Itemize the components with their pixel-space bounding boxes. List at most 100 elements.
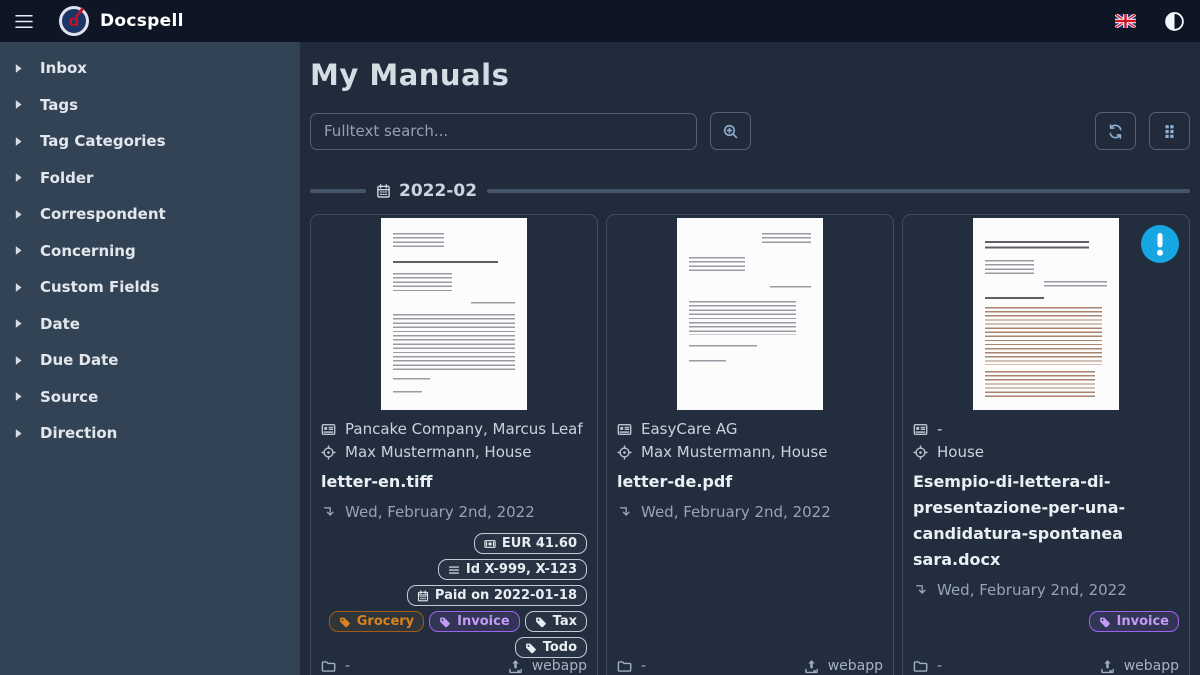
item-card[interactable]: - House Esempio-di-lettera-di-presentazi… [902,214,1190,675]
chevron-right-icon [14,355,23,366]
source-value: webapp [532,658,587,674]
sidebar-nav: Inbox Tags Tag Categories Folder Corresponde… [0,42,300,675]
document-thumbnail[interactable] [607,215,893,412]
correspondent-value: Pancake Company, Marcus Leaf [345,418,583,441]
chevron-right-icon [14,63,23,74]
sidebar-item-tag-categories[interactable]: Tag Categories [0,124,300,158]
sidebar-item-concerning[interactable]: Concerning [0,234,300,268]
view-toggle-button[interactable] [1149,112,1190,150]
sidebar-item-label: Date [40,315,80,333]
concerning-row: House [913,441,1179,464]
crosshair-icon [913,445,928,460]
folder-value: - [937,658,942,674]
chevron-right-icon [14,136,23,147]
upload-icon [804,659,819,674]
sidebar-item-due-date[interactable]: Due Date [0,343,300,377]
address-card-icon [913,422,928,437]
folder-icon [617,659,632,674]
badge-list: Invoice [913,611,1179,632]
crosshair-icon [321,445,336,460]
sidebar-item-label: Source [40,388,98,406]
menu-icon[interactable] [15,14,33,29]
chevron-right-icon [14,99,23,110]
theme-toggle-icon[interactable] [1164,11,1185,32]
chevron-right-icon [14,172,23,183]
concerning-value: Max Mustermann, House [641,441,827,464]
search-input[interactable] [310,113,697,150]
item-card[interactable]: Pancake Company, Marcus Leaf Max Musterm… [310,214,598,675]
tag-icon [1099,616,1111,628]
sidebar-item-label: Inbox [40,59,87,77]
main-content: My Manuals 2022-02 [300,42,1200,675]
source-value: webapp [828,658,883,674]
month-group-label: 2022-02 [399,181,477,201]
badge-invoice[interactable]: Invoice [429,611,519,632]
item-date-row: Wed, February 2nd, 2022 [321,501,587,524]
badge-paid-on-2022-01-18[interactable]: Paid on 2022-01-18 [407,585,587,606]
search-bar [310,112,1190,150]
document-thumbnail[interactable] [903,215,1189,412]
chevron-right-icon [14,428,23,439]
badge-grocery[interactable]: Grocery [329,611,424,632]
chevron-right-icon [14,245,23,256]
language-flag-icon[interactable] [1115,14,1136,28]
money-bill-icon [484,538,496,550]
brand[interactable]: d Docspell [59,6,184,36]
badge-id-x-999-x-123[interactable]: Id X-999, X-123 [438,559,587,580]
correspondent-value: EasyCare AG [641,418,737,441]
app-title: Docspell [100,11,184,31]
search-button[interactable] [710,112,751,150]
sidebar-item-label: Tags [40,96,78,114]
correspondent-row: Pancake Company, Marcus Leaf [321,418,587,441]
item-date-row: Wed, February 2nd, 2022 [913,579,1179,602]
chevron-right-icon [14,318,23,329]
upload-icon [508,659,523,674]
address-card-icon [321,422,336,437]
document-thumbnail[interactable] [311,215,597,412]
top-bar: d Docspell [0,0,1200,42]
item-card[interactable]: EasyCare AG Max Mustermann, House letter… [606,214,894,675]
sidebar-item-inbox[interactable]: Inbox [0,51,300,85]
sidebar-item-custom-fields[interactable]: Custom Fields [0,270,300,304]
folder-icon [321,659,336,674]
correspondent-row: - [913,418,1179,441]
chevron-right-icon [14,391,23,402]
sidebar-item-tags[interactable]: Tags [0,88,300,122]
sidebar-item-label: Tag Categories [40,132,166,150]
badge-todo[interactable]: Todo [515,637,587,658]
sidebar-item-source[interactable]: Source [0,380,300,414]
correspondent-row: EasyCare AG [617,418,883,441]
sidebar-item-date[interactable]: Date [0,307,300,341]
tag-icon [339,616,351,628]
chevron-right-icon [14,209,23,220]
badge-tax[interactable]: Tax [525,611,587,632]
tag-icon [535,616,547,628]
folder-value: - [641,658,646,674]
divider-line [310,189,366,193]
folder-value: - [345,658,350,674]
concerning-value: Max Mustermann, House [345,441,531,464]
item-date: Wed, February 2nd, 2022 [345,501,535,524]
concerning-row: Max Mustermann, House [321,441,587,464]
calendar-icon [417,590,429,602]
sidebar-item-correspondent[interactable]: Correspondent [0,197,300,231]
item-name: Esempio-di-lettera-di-presentazione-per-… [913,469,1179,573]
crosshair-icon [617,445,632,460]
sidebar-item-label: Custom Fields [40,278,159,296]
tag-icon [525,642,537,654]
page-title: My Manuals [310,58,1190,92]
folder-icon [913,659,928,674]
item-date: Wed, February 2nd, 2022 [937,579,1127,602]
arrow-turn-down-icon [913,583,928,598]
sidebar-item-label: Folder [40,169,93,187]
badge-eur-41-60[interactable]: EUR 41.60 [474,533,587,554]
source-value: webapp [1124,658,1179,674]
sidebar-item-folder[interactable]: Folder [0,161,300,195]
card-meta-row: - webapp [311,658,597,674]
item-card-list: Pancake Company, Marcus Leaf Max Musterm… [310,214,1190,675]
concerning-row: Max Mustermann, House [617,441,883,464]
badge-invoice[interactable]: Invoice [1089,611,1179,632]
sidebar-item-direction[interactable]: Direction [0,416,300,450]
refresh-button[interactable] [1095,112,1136,150]
card-meta-row: - webapp [607,658,893,674]
